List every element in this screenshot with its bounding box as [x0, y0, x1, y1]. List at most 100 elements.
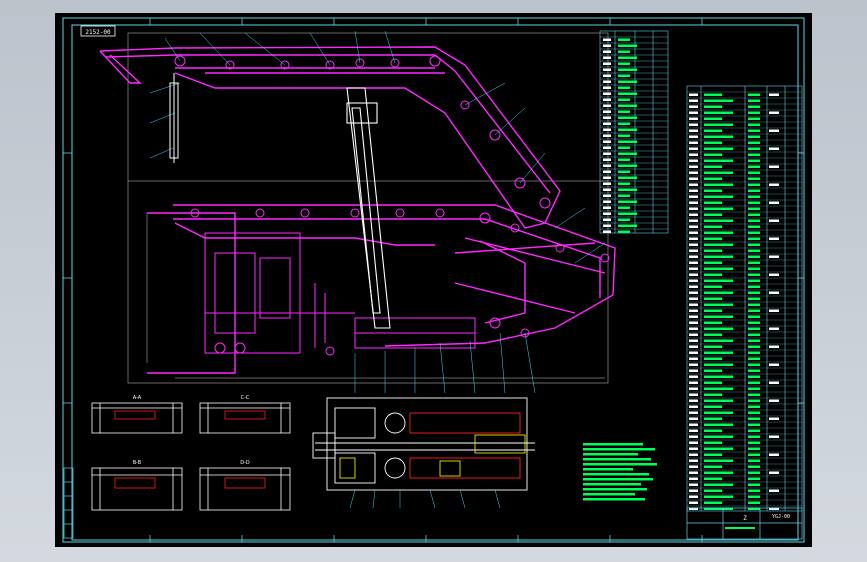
upper-list-entry — [618, 98, 630, 101]
right-list-qty — [748, 249, 760, 252]
right-list-qty — [748, 429, 760, 432]
right-list-qty — [748, 153, 760, 156]
right-list-qty — [748, 375, 760, 378]
right-list-index — [689, 231, 698, 234]
right-list-index — [689, 147, 698, 150]
right-list-index — [689, 189, 698, 192]
right-list-index — [689, 153, 698, 156]
note-line — [583, 478, 653, 481]
right-list-entry — [704, 399, 733, 402]
right-list-qty — [748, 435, 760, 438]
upper-list-index — [603, 80, 611, 83]
right-list-entry — [704, 315, 733, 318]
right-list-material — [769, 183, 779, 186]
upper-list-index — [603, 110, 611, 113]
right-list-index — [689, 417, 698, 420]
right-list-index — [689, 195, 698, 198]
right-list-entry — [704, 459, 733, 462]
right-list-qty — [748, 147, 760, 150]
right-list-qty — [748, 495, 760, 498]
right-list-entry — [704, 255, 733, 258]
right-list-entry — [704, 99, 733, 102]
right-list-index — [689, 123, 698, 126]
right-list-material — [769, 165, 779, 168]
right-list-entry — [704, 381, 722, 384]
right-list-qty — [748, 213, 760, 216]
cad-viewer-canvas[interactable]: 2152-00 Z YGJ-00 A-A C-C B-B D-D — [0, 0, 867, 562]
right-list-entry — [704, 483, 733, 486]
note-line — [583, 488, 647, 491]
upper-list-index — [603, 122, 611, 125]
upper-list-index — [603, 182, 611, 185]
right-list-entry — [704, 111, 733, 114]
upper-list-entry — [618, 194, 630, 197]
right-list-qty — [748, 399, 760, 402]
note-line — [583, 463, 657, 466]
right-list-qty — [748, 279, 760, 282]
right-list-entry — [704, 453, 722, 456]
right-list-index — [689, 105, 698, 108]
right-list-qty — [748, 255, 760, 258]
right-list-qty — [748, 441, 760, 444]
right-list-entry — [704, 327, 733, 330]
right-list-qty — [748, 189, 760, 192]
right-list-index — [689, 399, 698, 402]
upper-list-entry — [618, 128, 637, 131]
right-list-entry — [704, 423, 733, 426]
right-list-entry — [704, 123, 733, 126]
right-list-index — [689, 333, 698, 336]
right-list-index — [689, 135, 698, 138]
section-cc-label: C-C — [241, 395, 250, 401]
right-list-entry — [704, 465, 722, 468]
drawing-sheet[interactable]: 2152-00 Z YGJ-00 A-A C-C B-B D-D — [55, 13, 812, 547]
right-list-entry — [704, 135, 733, 138]
right-list-index — [689, 327, 698, 330]
right-list-entry — [704, 267, 733, 270]
right-list-qty — [748, 105, 760, 108]
right-list-index — [689, 477, 698, 480]
section-bb-label: B-B — [133, 460, 142, 466]
right-list-qty — [748, 285, 760, 288]
right-list-entry — [704, 237, 722, 240]
upper-list-index — [603, 92, 611, 95]
section-aa — [91, 402, 183, 434]
assembly-drawing: 2152-00 Z YGJ-00 A-A C-C B-B D-D — [62, 17, 805, 543]
upper-list-index — [603, 50, 611, 53]
right-list-index — [689, 261, 698, 264]
right-list-qty — [748, 471, 760, 474]
right-list-qty — [748, 165, 760, 168]
right-list-qty — [748, 267, 760, 270]
right-list-entry — [704, 405, 722, 408]
upper-list-entry — [618, 182, 630, 185]
right-list-qty — [748, 99, 760, 102]
note-line — [583, 473, 649, 476]
note-line — [583, 448, 655, 451]
upper-list-entry — [618, 80, 637, 83]
right-list-qty — [748, 225, 760, 228]
parts-list-right-entries — [689, 93, 779, 510]
right-list-qty — [748, 363, 760, 366]
right-list-index — [689, 225, 698, 228]
right-list-index — [689, 285, 698, 288]
section-aa-label: A-A — [133, 395, 142, 401]
right-list-qty — [748, 231, 760, 234]
right-list-qty — [748, 411, 760, 414]
right-list-index — [689, 387, 698, 390]
right-list-material — [769, 381, 779, 384]
note-line — [583, 443, 643, 446]
right-list-entry — [704, 279, 733, 282]
side-cylinder — [169, 73, 179, 163]
construction-lines — [127, 32, 609, 384]
right-list-index — [689, 279, 698, 282]
upper-list-index — [603, 128, 611, 131]
upper-list-index — [603, 116, 611, 119]
section-bb — [91, 467, 183, 511]
title-block-text-line — [725, 527, 755, 529]
right-list-qty — [748, 117, 760, 120]
right-list-entry — [704, 309, 722, 312]
section-dd — [199, 467, 291, 511]
right-list-qty — [748, 183, 760, 186]
right-list-material — [769, 435, 779, 438]
upper-list-index — [603, 212, 611, 215]
upper-list-entry — [618, 152, 637, 155]
